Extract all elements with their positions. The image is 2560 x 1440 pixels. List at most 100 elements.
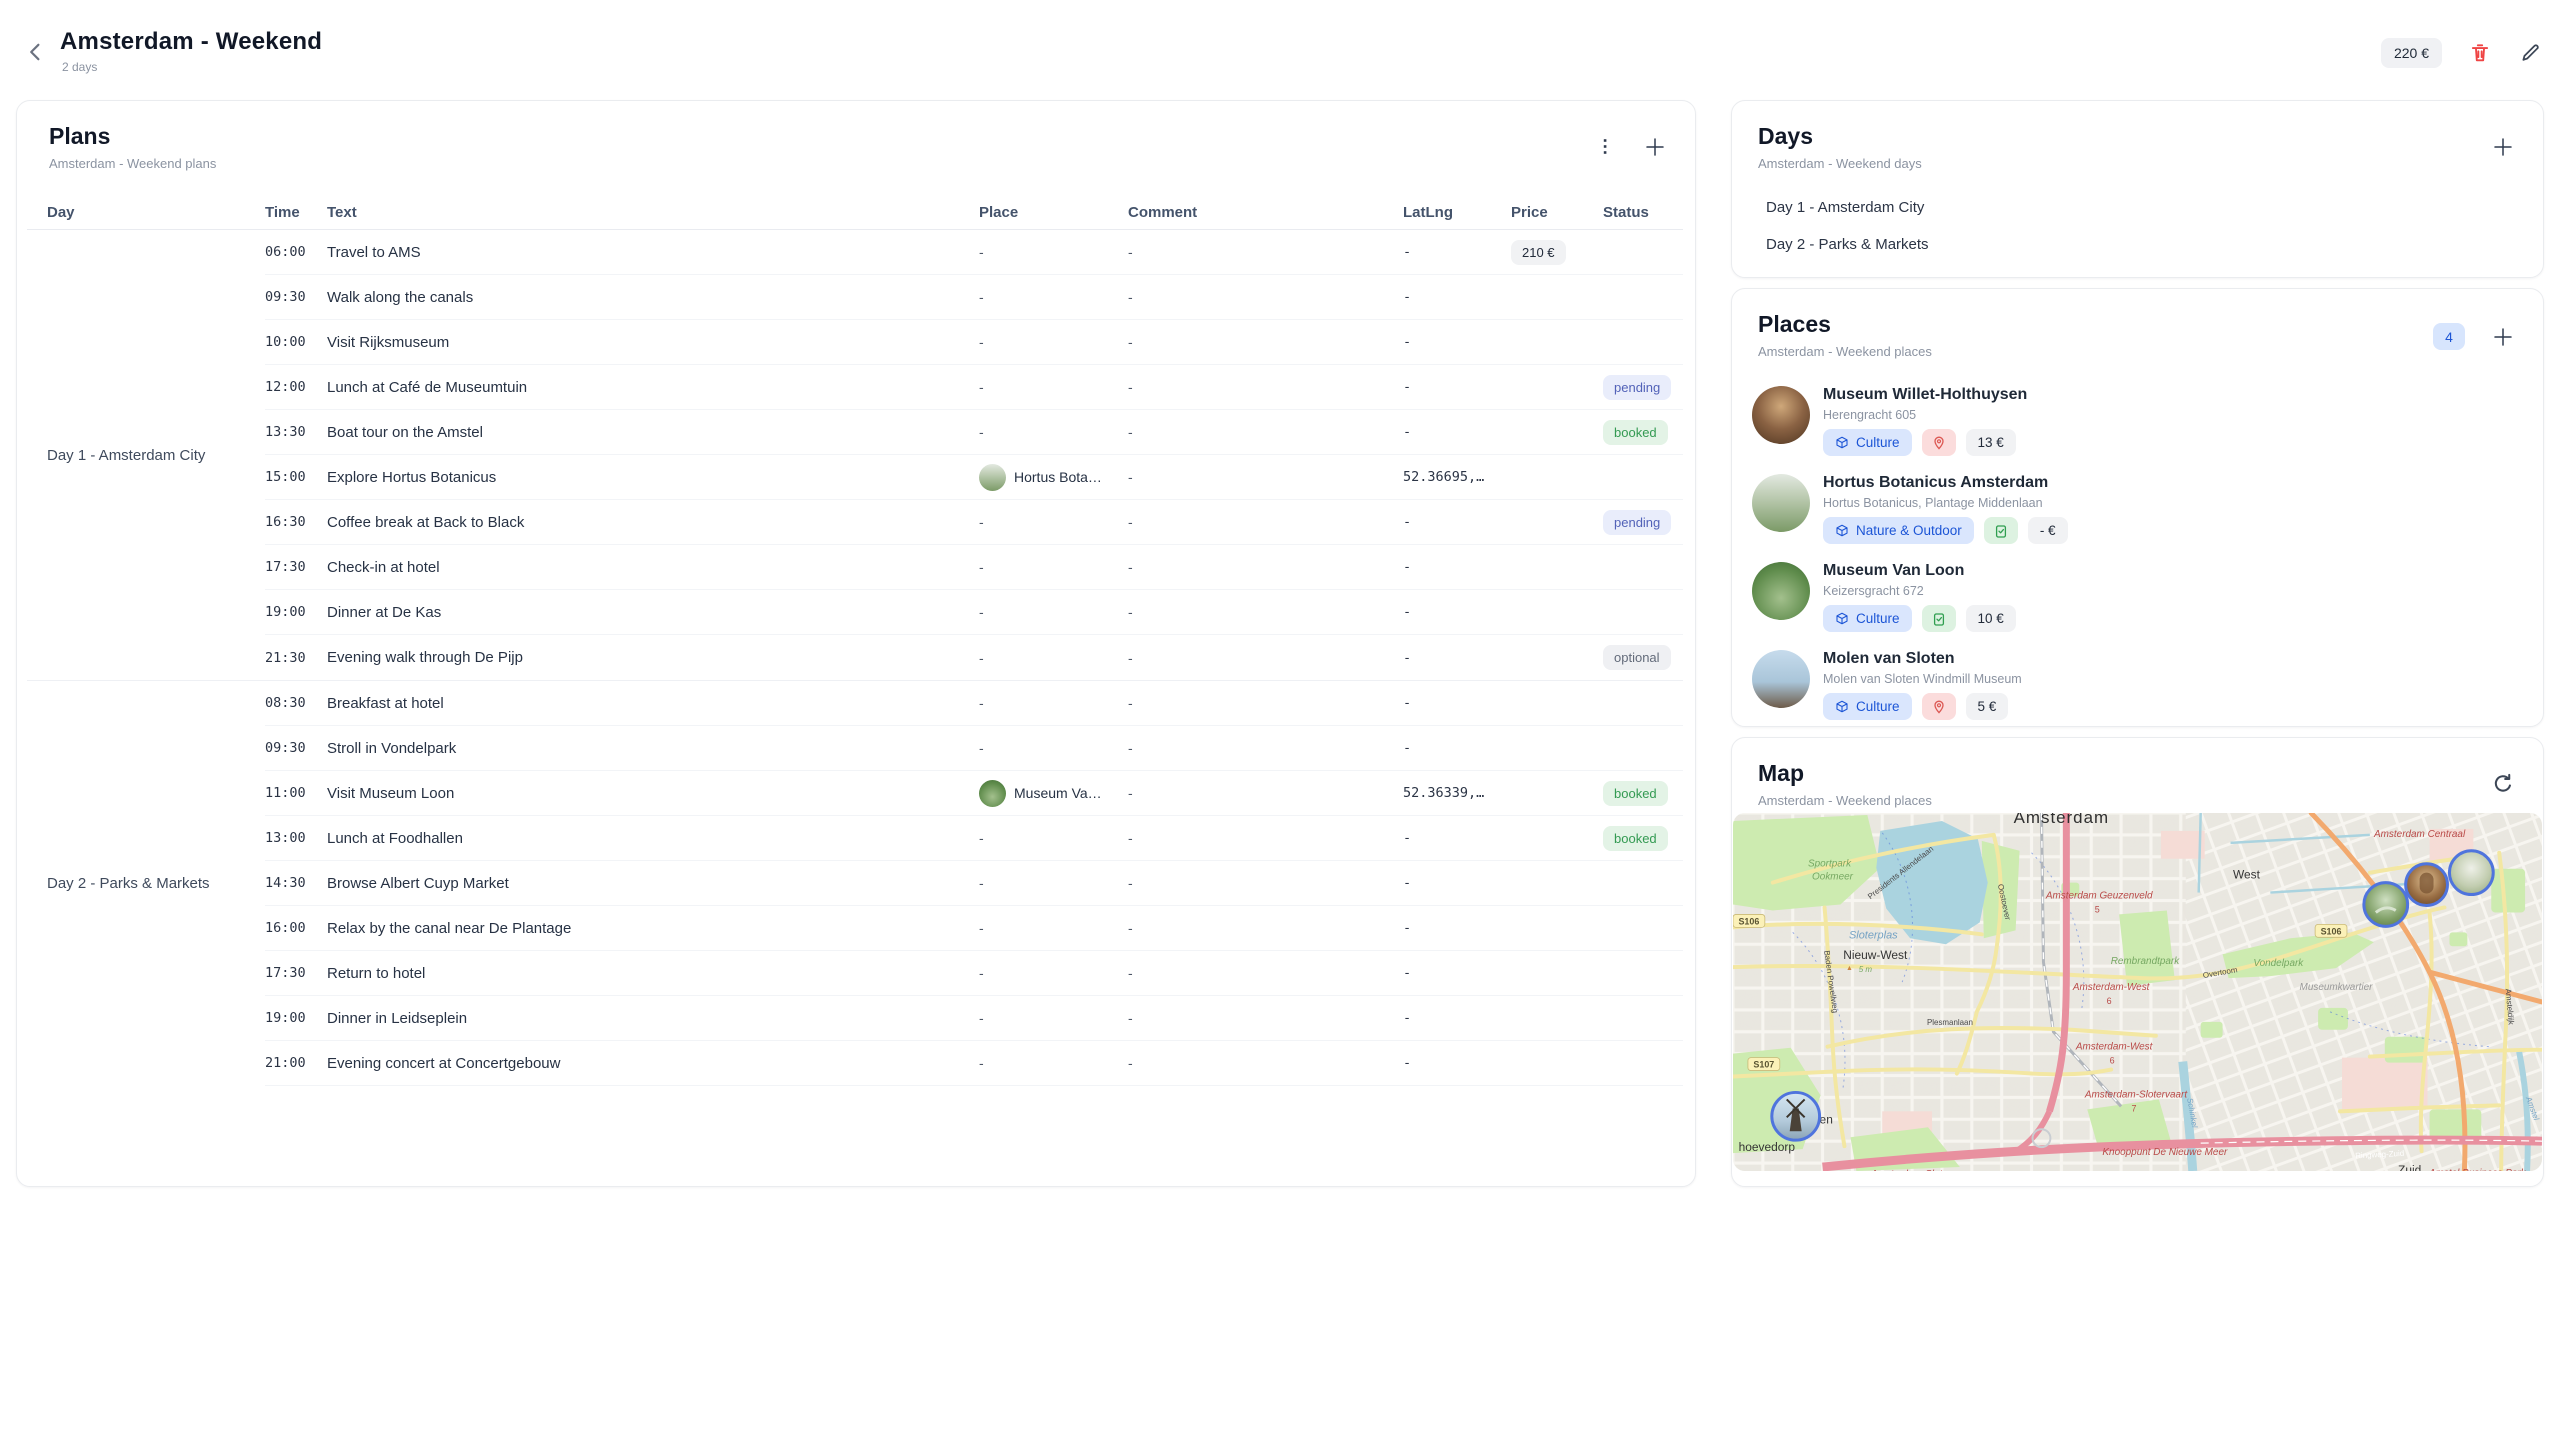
plan-latlng: - [1403,1010,1511,1026]
plan-latlng: - [1403,920,1511,936]
back-button[interactable] [24,40,48,64]
map-canvas[interactable]: S106S106S107 AmsterdamAmsterdam Centraal… [1733,813,2542,1171]
refresh-map-button[interactable] [2491,772,2515,796]
cube-icon [1835,524,1849,538]
plan-latlng: - [1403,424,1511,440]
plan-time: 16:30 [265,514,327,530]
plan-latlng: - [1403,695,1511,711]
page-title: Amsterdam - Weekend [60,28,322,56]
table-row[interactable]: 06:00 Travel to AMS - - - 210 € [265,230,1683,275]
plus-icon [1643,135,1667,159]
table-row[interactable]: 08:30 Breakfast at hotel - - - [265,681,1683,726]
days-header: Days Amsterdam - Weekend days [1758,123,1922,171]
map-marker-windmill[interactable] [1772,1092,1820,1140]
place-price-badge: 10 € [1966,605,2016,632]
plan-text: Dinner at De Kas [327,604,979,621]
place-name: Museum Willet-Holthuysen [1823,386,2027,404]
plan-latlng: - [1403,830,1511,846]
plan-status: pending [1603,375,1683,400]
day-list-item[interactable]: Day 2 - Parks & Markets [1750,226,2525,263]
map-label: Plesmanlaan [1927,1018,1973,1027]
table-row[interactable]: 19:00 Dinner in Leidseplein - - - [265,996,1683,1041]
day-list-item[interactable]: Day 1 - Amsterdam City [1750,189,2525,226]
table-row[interactable]: 13:30 Boat tour on the Amstel - - - book… [265,410,1683,455]
map-label: Amsterdam-Sloten [1870,1169,1954,1171]
map-marker-hortus[interactable] [2449,851,2493,895]
plan-time: 14:30 [265,875,327,891]
days-list: Day 1 - Amsterdam CityDay 2 - Parks & Ma… [1750,189,2525,263]
places-title: Places [1758,311,1932,338]
place-list-item[interactable]: Hortus Botanicus Amsterdam Hortus Botani… [1748,465,2527,553]
plans-menu-button[interactable] [1593,135,1617,159]
plan-comment: - [1128,289,1403,305]
table-row[interactable]: 16:00 Relax by the canal near De Plantag… [265,906,1683,951]
map-label: Amsterdam Geuzenveld [2045,891,2153,902]
map-marker-vanloon[interactable] [2364,883,2408,927]
table-row[interactable]: 11:00 Visit Museum Loon Museum Va… - 52.… [265,771,1683,816]
table-row[interactable]: 13:00 Lunch at Foodhallen - - - booked [265,816,1683,861]
table-row[interactable]: 17:30 Check-in at hotel - - - [265,545,1683,590]
category-badge: Culture [1823,605,1912,632]
days-subtitle: Amsterdam - Weekend days [1758,156,1922,171]
table-row[interactable]: 12:00 Lunch at Café de Museumtuin - - - … [265,365,1683,410]
add-plan-button[interactable] [1643,135,1667,159]
place-list-item[interactable]: Molen van Sloten Molen van Sloten Windmi… [1748,641,2527,729]
cube-icon [1835,700,1849,714]
table-row[interactable]: 09:30 Stroll in Vondelpark - - - [265,726,1683,771]
plan-time: 12:00 [265,379,327,395]
col-time: Time [265,204,327,221]
table-row[interactable]: 21:00 Evening concert at Concertgebouw -… [265,1041,1683,1086]
plan-latlng: - [1403,604,1511,620]
edit-trip-button[interactable] [2518,41,2542,65]
table-row[interactable]: 17:30 Return to hotel - - - [265,951,1683,996]
plan-comment: - [1128,559,1403,575]
plan-place: Museum Va… [979,780,1128,807]
category-label: Culture [1856,699,1900,714]
status-badge: pending [1603,510,1671,535]
plans-header: Plans Amsterdam - Weekend plans [49,123,216,171]
map-label: Amsterdam [2014,813,2109,827]
add-day-button[interactable] [2491,135,2515,159]
map-title: Map [1758,760,1932,787]
map-label: Amsterdam-West [2075,1042,2154,1053]
plan-text: Lunch at Foodhallen [327,830,979,847]
place-list-item[interactable]: Museum Willet-Holthuysen Herengracht 605… [1748,377,2527,465]
table-row[interactable]: 21:30 Evening walk through De Pijp - - -… [265,635,1683,680]
place-photo [1752,650,1810,708]
map-svg: S106S106S107 AmsterdamAmsterdam Centraal… [1733,813,2542,1171]
plan-time: 19:00 [265,604,327,620]
table-row[interactable]: 19:00 Dinner at De Kas - - - [265,590,1683,635]
map-label: 6 [2107,996,2112,1006]
place-address: Hortus Botanicus, Plantage Middenlaan [1823,496,2068,510]
place-list-item[interactable]: Museum Van Loon Keizersgracht 672 Cultur… [1748,553,2527,641]
plan-comment: - [1128,650,1403,666]
plan-text: Breakfast at hotel [327,695,979,712]
map-subtitle: Amsterdam - Weekend places [1758,793,1932,808]
plan-rows: 06:00 Travel to AMS - - - 210 € 09:30 Wa… [265,230,1683,680]
plan-latlng: - [1403,514,1511,530]
col-status: Status [1603,204,1683,221]
table-row[interactable]: 10:00 Visit Rijksmuseum - - - [265,320,1683,365]
map-label: ▲ [1846,965,1853,972]
plan-comment: - [1128,695,1403,711]
clipboard-check-icon [1932,612,1946,626]
add-place-button[interactable] [2491,325,2515,349]
plan-latlng: - [1403,559,1511,575]
app-header: Amsterdam - Weekend 2 days 220 € [0,0,2560,88]
table-row[interactable]: 09:30 Walk along the canals - - - [265,275,1683,320]
plan-time: 13:30 [265,424,327,440]
category-badge: Nature & Outdoor [1823,517,1974,544]
plan-time: 09:30 [265,289,327,305]
table-row[interactable]: 15:00 Explore Hortus Botanicus Hortus Bo… [265,455,1683,500]
plans-table-header: Day Time Text Place Comment LatLng Price… [27,196,1683,230]
plan-time: 19:00 [265,1010,327,1026]
table-row[interactable]: 14:30 Browse Albert Cuyp Market - - - [265,861,1683,906]
place-price-badge: 5 € [1966,693,2009,720]
plan-comment: - [1128,1055,1403,1071]
marker-photo-detail [2420,873,2434,894]
status-badge: pending [1603,375,1671,400]
delete-trip-button[interactable] [2468,41,2492,65]
table-row[interactable]: 16:30 Coffee break at Back to Black - - … [265,500,1683,545]
status-badge: booked [1603,420,1668,445]
plan-latlng: - [1403,1055,1511,1071]
